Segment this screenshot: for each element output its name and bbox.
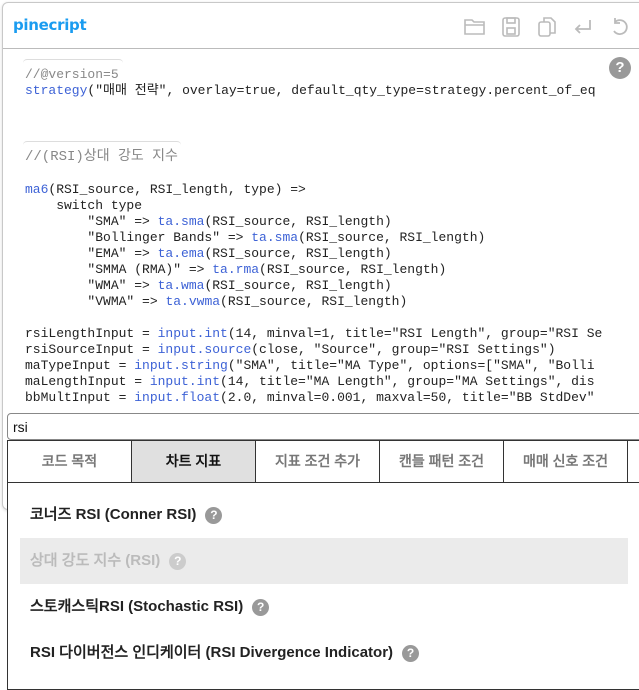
result-label: RSI 다이버전스 인디케이터 (RSI Divergence Indicato… [30,644,394,661]
dropdown-panel: 코드 목적 차트 지표 지표 조건 추가 캔들 패턴 조건 매매 신호 조건 코… [7,440,639,690]
header: pinecript [3,3,639,49]
result-label: 스토캐스틱RSI (Stochastic RSI) [30,598,244,615]
result-label: 상대 강도 지수 (RSI) [30,552,161,569]
save-icon[interactable] [499,15,523,39]
code-line: "Bollinger Bands" => ta.sma(RSI_source, … [25,230,486,245]
code-line: "SMMA (RMA)" => ta.rma(RSI_source, RSI_l… [25,262,447,277]
fold-marker[interactable] [23,141,181,145]
result-item[interactable]: RSI 다이버전스 인디케이터 (RSI Divergence Indicato… [20,630,628,676]
code-line: maTypeInput = input.string("SMA", title=… [25,358,595,373]
code-block-2[interactable]: ma6(RSI_source, RSI_length, type) => swi… [25,182,602,406]
code-line: "SMA" => ta.sma(RSI_source, RSI_length) [25,214,392,229]
help-icon[interactable]: ? [402,644,420,662]
code-line: bbMultInput = input.float(2.0, minval=0.… [25,390,595,405]
result-item: 상대 강도 지수 (RSI)? [20,538,628,584]
tab-chart-indicators[interactable]: 차트 지표 [132,441,256,482]
tab-candle-pattern-condition[interactable]: 캔들 패턴 조건 [380,441,504,482]
code-line: "VWMA" => ta.vwma(RSI_source, RSI_length… [25,294,408,309]
enter-icon[interactable] [571,15,595,39]
code-comment: //(RSI)상대 강도 지수 [25,149,178,165]
code-line: switch type [25,198,143,213]
help-icon[interactable]: ? [205,506,223,524]
tab-code-purpose[interactable]: 코드 목적 [8,441,132,482]
app-logo: pinecript [13,16,87,34]
code-line: maLengthInput = input.int(14, title="MA … [25,374,595,389]
code-line: rsiSourceInput = input.source(close, "So… [25,342,556,357]
result-label: 코너즈 RSI (Conner RSI) [30,506,197,523]
search-input[interactable]: rsi [7,413,639,440]
result-item[interactable]: 코너즈 RSI (Conner RSI)? [20,492,628,538]
result-item[interactable]: 스토캐스틱RSI (Stochastic RSI)? [20,584,628,630]
code-block-1[interactable]: //@version=5 strategy("매매 전략", overlay=t… [25,67,596,99]
tab-add-indicator-condition[interactable]: 지표 조건 추가 [256,441,380,482]
code-line: //@version=5 [25,67,119,82]
code-line: strategy("매매 전략", overlay=true, default_… [25,83,596,98]
code-line: "WMA" => ta.wma(RSI_source, RSI_length) [25,278,392,293]
folder-open-icon[interactable] [463,15,487,39]
code-line: rsiLengthInput = input.int(14, minval=1,… [25,326,603,341]
code-line: "EMA" => ta.ema(RSI_source, RSI_length) [25,246,392,261]
help-icon[interactable]: ? [609,57,631,79]
help-icon[interactable]: ? [169,552,187,570]
help-icon[interactable]: ? [252,598,270,616]
fold-marker[interactable] [23,59,123,63]
code-line: ma6(RSI_source, RSI_length, type) => [25,182,306,197]
undo-icon[interactable] [607,15,631,39]
tab-trade-signal-condition[interactable]: 매매 신호 조건 [504,441,628,482]
copy-icon[interactable] [535,15,559,39]
